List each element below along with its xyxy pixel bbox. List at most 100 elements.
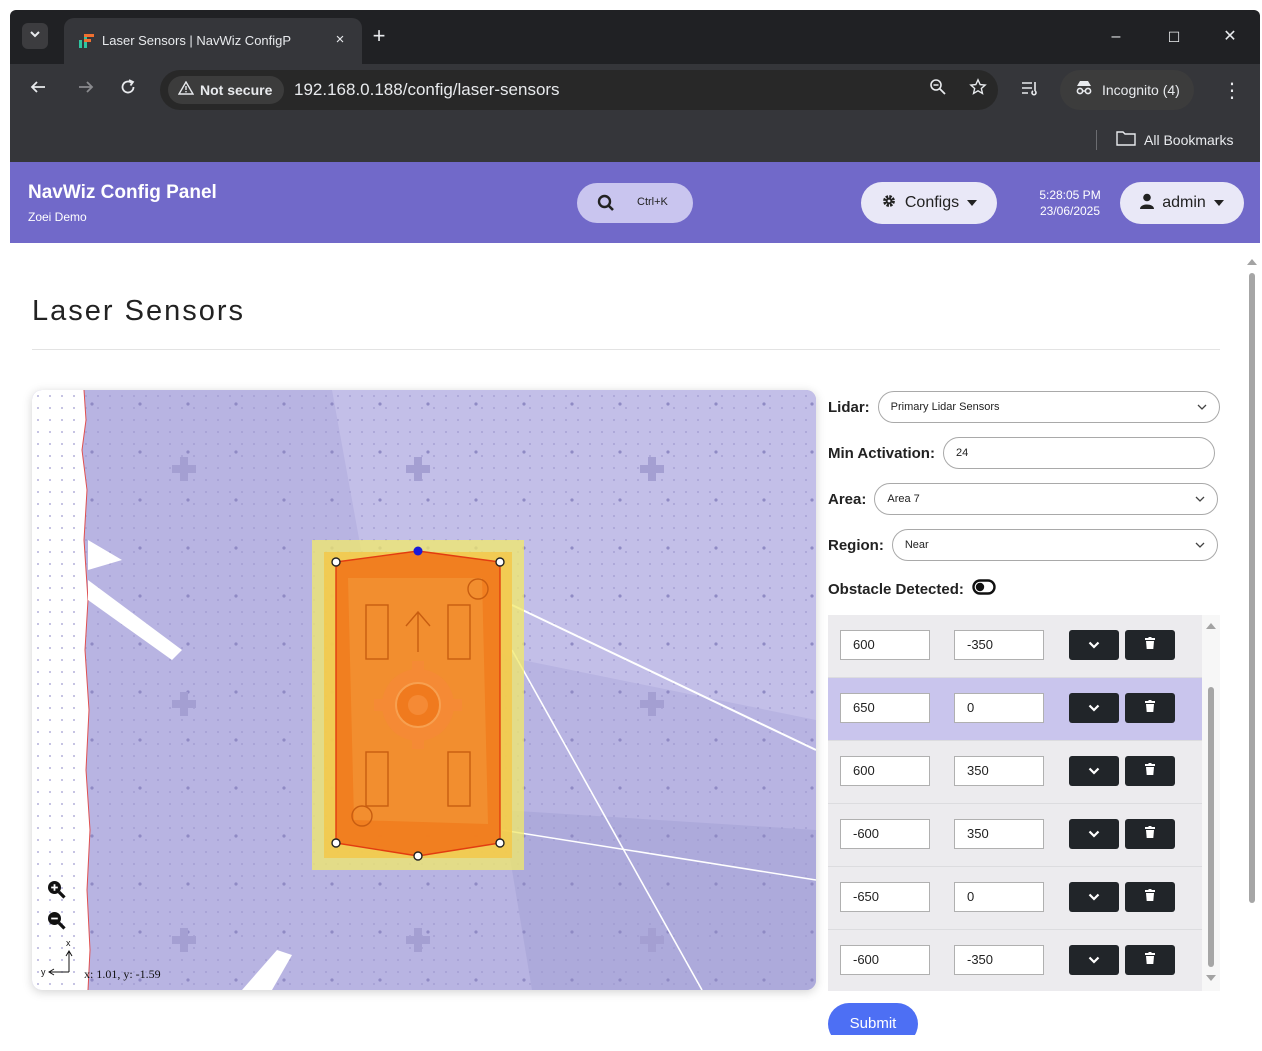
page-scrollbar[interactable] (1244, 243, 1260, 1035)
chevron-down-icon (1088, 951, 1100, 969)
back-icon[interactable] (24, 77, 52, 105)
point-x-input[interactable]: -650 (840, 882, 930, 912)
app-subtitle: Zoei Demo (28, 210, 87, 224)
min-activation-input[interactable]: 24 (942, 437, 1215, 469)
app-title: NavWiz Config Panel (28, 182, 217, 203)
incognito-button[interactable]: Incognito (4) (1060, 70, 1194, 110)
trash-icon (1145, 762, 1155, 780)
caret-down-icon (967, 194, 978, 212)
search-icon (597, 194, 615, 217)
address-bar[interactable]: Not secure 192.168.0.188/config/laser-se… (160, 70, 998, 110)
min-activation-row: Min Activation: 24 (828, 437, 1215, 469)
point-y-input[interactable]: -350 (954, 630, 1044, 660)
configs-label: Configs (904, 194, 960, 211)
chevron-down-icon (1197, 402, 1207, 413)
warning-icon (177, 76, 195, 104)
area-select[interactable]: Area 7 (874, 483, 1219, 515)
area-value: Area 7 (887, 493, 920, 505)
area-label: Area: (828, 490, 867, 508)
user-icon (1140, 193, 1155, 214)
points-list[interactable]: 600 -350 650 0 600 350 -600 350 -650 0 -… (828, 615, 1202, 991)
point-y-input[interactable]: -350 (954, 945, 1044, 975)
lidar-row: Lidar: Primary Lidar Sensors (828, 391, 1220, 423)
site-info-button[interactable]: Not secure (168, 76, 285, 104)
bookmark-star-icon[interactable] (966, 78, 990, 102)
region-select[interactable]: Near (891, 529, 1218, 561)
tab-strip: Laser Sensors | NavWiz ConfigP × + – ☐ ✕ (10, 10, 1260, 64)
gear-icon (881, 193, 897, 214)
trash-icon (1145, 636, 1155, 654)
new-tab-button[interactable]: + (366, 24, 392, 50)
region-value: Near (904, 539, 929, 551)
all-bookmarks-button[interactable]: All Bookmarks (1116, 130, 1233, 149)
chevron-down-icon (1195, 540, 1205, 551)
point-delete-button[interactable] (1125, 630, 1175, 660)
chevron-down-icon (1088, 762, 1100, 780)
point-delete-button[interactable] (1125, 693, 1175, 723)
zoom-icon[interactable] (926, 78, 950, 102)
tab-search-button[interactable] (22, 23, 48, 49)
url-text: 192.168.0.188/config/laser-sensors (294, 80, 560, 99)
point-y-input[interactable]: 350 (954, 756, 1044, 786)
point-expand-button[interactable] (1069, 882, 1119, 912)
point-expand-button[interactable] (1069, 630, 1119, 660)
close-window-button[interactable]: ✕ (1216, 24, 1244, 50)
point-expand-button[interactable] (1069, 819, 1119, 849)
map-canvas[interactable]: x y x: 1.01, y: -1.59 (32, 390, 816, 990)
point-x-input[interactable]: -600 (840, 819, 930, 849)
point-delete-button[interactable] (1125, 945, 1175, 975)
reading-list-icon[interactable] (1016, 77, 1044, 105)
axis-x-label: x (66, 938, 71, 948)
region-label: Region: (828, 536, 884, 554)
app-header: NavWiz Config Panel Zoei Demo Ctrl+K Con… (10, 162, 1260, 243)
trash-icon (1145, 699, 1155, 717)
point-row: -650 0 (828, 867, 1202, 930)
point-delete-button[interactable] (1125, 882, 1175, 912)
point-delete-button[interactable] (1125, 756, 1175, 786)
obstacle-toggle[interactable] (972, 578, 996, 600)
lidar-select[interactable]: Primary Lidar Sensors (877, 391, 1220, 423)
minimize-button[interactable]: – (1102, 24, 1130, 50)
point-y-input[interactable]: 0 (954, 882, 1044, 912)
area-row: Area: Area 7 (828, 483, 1219, 515)
chevron-down-icon (1088, 636, 1100, 654)
browser-tab[interactable]: Laser Sensors | NavWiz ConfigP × (64, 18, 362, 64)
clock: 5:28:05 PM 23/06/2025 (1030, 187, 1110, 219)
browser-window: Laser Sensors | NavWiz ConfigP × + – ☐ ✕… (10, 10, 1260, 1035)
point-y-input[interactable]: 0 (954, 693, 1044, 723)
reload-icon[interactable] (114, 77, 142, 105)
point-x-input[interactable]: -600 (840, 945, 930, 975)
chevron-down-icon (1195, 494, 1205, 505)
point-delete-button[interactable] (1125, 819, 1175, 849)
configs-dropdown[interactable]: Configs (861, 182, 997, 224)
point-expand-button[interactable] (1069, 693, 1119, 723)
menu-kebab-icon[interactable]: ⋮ (1218, 77, 1246, 105)
search-button[interactable]: Ctrl+K (577, 183, 693, 223)
axis-y-label: y (41, 967, 46, 977)
zoom-in-icon[interactable] (46, 879, 70, 903)
point-y-input[interactable]: 350 (954, 819, 1044, 849)
map-drawing: x y (32, 390, 816, 990)
folder-icon (1116, 130, 1136, 149)
zoom-out-icon[interactable] (46, 910, 70, 934)
trash-icon (1145, 825, 1155, 843)
point-x-input[interactable]: 600 (840, 630, 930, 660)
point-x-input[interactable]: 600 (840, 756, 930, 786)
user-label: admin (1162, 194, 1206, 211)
maximize-button[interactable]: ☐ (1160, 24, 1188, 50)
coordinate-readout: x: 1.01, y: -1.59 (84, 967, 161, 981)
point-expand-button[interactable] (1069, 756, 1119, 786)
incognito-label: Incognito (4) (1102, 82, 1180, 98)
point-expand-button[interactable] (1069, 945, 1119, 975)
user-menu-button[interactable]: admin (1120, 182, 1244, 224)
forward-icon[interactable] (72, 77, 100, 105)
chevron-down-icon (29, 27, 41, 45)
submit-button[interactable]: Submit (828, 1003, 918, 1035)
region-row: Region: Near (828, 529, 1218, 561)
chevron-down-icon (1088, 699, 1100, 717)
points-scrollbar[interactable] (1202, 615, 1220, 991)
tab-close-icon[interactable]: × (330, 30, 350, 50)
min-activation-label: Min Activation: (828, 444, 935, 462)
point-x-input[interactable]: 650 (840, 693, 930, 723)
navwiz-favicon-icon (78, 31, 96, 49)
